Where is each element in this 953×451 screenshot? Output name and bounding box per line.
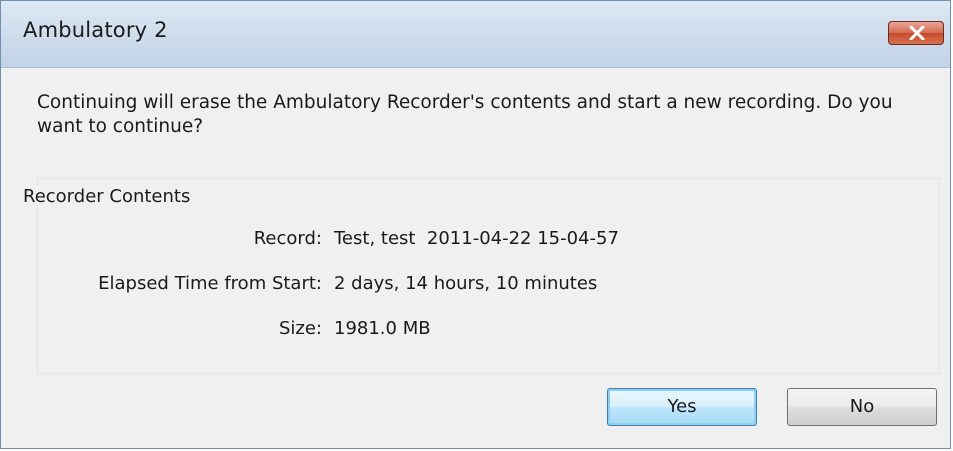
elapsed-time-value: 2 days, 14 hours, 10 minutes xyxy=(334,273,598,294)
record-label: Record: xyxy=(253,228,322,249)
no-button[interactable]: No xyxy=(787,388,937,426)
dialog-body: Continuing will erase the Ambulatory Rec… xyxy=(7,68,944,438)
size-value: 1981.0 MB xyxy=(334,318,431,339)
title-bar[interactable]: Ambulatory 2 xyxy=(1,1,950,68)
yes-button[interactable]: Yes xyxy=(607,388,757,426)
confirmation-message: Continuing will erase the Ambulatory Rec… xyxy=(37,92,893,137)
record-value: Test, test 2011-04-22 15-04-57 xyxy=(334,228,619,249)
dialog-window: Ambulatory 2 Continuing will erase the A… xyxy=(0,0,951,449)
group-title: Recorder Contents xyxy=(23,186,195,207)
close-icon xyxy=(909,26,925,40)
size-label: Size: xyxy=(278,318,322,339)
close-button[interactable] xyxy=(888,21,944,45)
elapsed-time-label: Elapsed Time from Start: xyxy=(98,273,322,294)
window-title: Ambulatory 2 xyxy=(23,18,168,42)
